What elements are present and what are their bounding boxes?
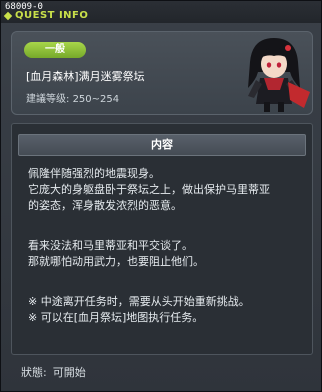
quest-type-badge: 一般 xyxy=(24,42,86,58)
quest-status: 狀態: 可開始 xyxy=(21,364,86,380)
content-line: 看来没法和马里蒂亚和平交谈了。 xyxy=(28,239,193,252)
content-line: 佩隆伴随强烈的地震现身。 xyxy=(28,167,160,180)
quest-level: 建議等级: 250~254 xyxy=(26,90,119,105)
status-value: 可開始 xyxy=(52,366,86,379)
window-title: QUEST INFO xyxy=(15,10,89,21)
content-note: ※ 中途离开任务时，需要从头开始重新挑战。 xyxy=(28,295,250,308)
content-line: 它庞大的身躯盘卧于祭坛之上，做出保护马里蒂亚 xyxy=(28,183,270,196)
level-range: 250~254 xyxy=(72,94,120,105)
quest-header-panel: 一般 [血月森林]满月迷雾祭坛 建議等级: 250~254 xyxy=(11,31,313,115)
status-label: 狀態: xyxy=(21,366,47,379)
title-bullet-icon xyxy=(3,11,13,21)
title-bar[interactable]: 68009-0 QUEST INFO xyxy=(1,1,321,23)
quest-name: [血月森林]满月迷雾祭坛 xyxy=(26,70,145,83)
npc-portrait xyxy=(248,38,310,112)
content-line: 那就哪怕动用武力，也要阻止他们。 xyxy=(28,255,204,268)
content-note: ※ 可以在[血月祭坛]地图执行任务。 xyxy=(28,311,204,324)
content-heading: 内容 xyxy=(18,134,306,156)
content-line: 的姿态，浑身散发浓烈的恶意。 xyxy=(28,199,182,212)
level-label: 建議等级: xyxy=(26,94,70,105)
quest-info-window: 68009-0 QUEST INFO 一般 [血月森林]满月迷雾祭坛 建議等级:… xyxy=(0,0,322,392)
quest-content-panel[interactable]: 内容 佩隆伴随强烈的地震现身。 它庞大的身躯盘卧于祭坛之上，做出保护马里蒂亚 的… xyxy=(11,123,313,355)
